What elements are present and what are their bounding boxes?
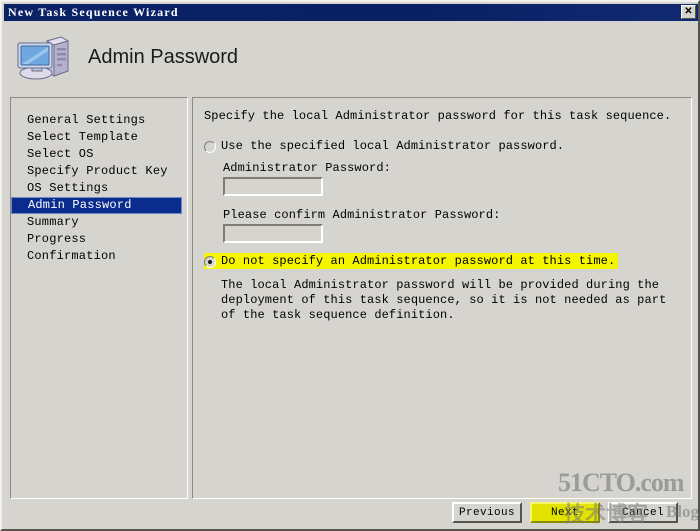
radio-do-not-specify-password-label: Do not specify an Administrator password… (221, 254, 616, 268)
content-panel: Specify the local Administrator password… (192, 97, 692, 499)
button-bar: Previous Next Cancel (4, 501, 698, 529)
title-bar-buttons: ✕ (681, 5, 696, 19)
wizard-steps-panel: General Settings Select Template Select … (10, 97, 188, 499)
sidebar-item-specify-product-key[interactable]: Specify Product Key (11, 163, 187, 180)
radio-checked-icon[interactable] (204, 256, 216, 268)
radio-use-specified-password[interactable]: Use the specified local Administrator pa… (204, 139, 564, 153)
computer-icon (17, 36, 70, 80)
page-title: Admin Password (88, 45, 239, 68)
sidebar-item-general-settings[interactable]: General Settings (11, 112, 187, 129)
administrator-password-label: Administrator Password: (223, 161, 391, 175)
window-title: New Task Sequence Wizard (8, 5, 179, 19)
sidebar-item-progress[interactable]: Progress (11, 231, 187, 248)
header-band: Admin Password (4, 21, 698, 93)
sidebar-item-select-template[interactable]: Select Template (11, 129, 187, 146)
sidebar-item-confirmation[interactable]: Confirmation (11, 248, 187, 265)
previous-button[interactable]: Previous (452, 502, 522, 523)
title-bar: New Task Sequence Wizard ✕ (4, 4, 698, 21)
confirm-password-label: Please confirm Administrator Password: (223, 208, 501, 222)
confirm-password-input[interactable] (223, 224, 323, 243)
close-icon[interactable]: ✕ (681, 5, 696, 19)
sidebar-item-select-os[interactable]: Select OS (11, 146, 187, 163)
cancel-button[interactable]: Cancel (608, 502, 678, 523)
wizard-window: New Task Sequence Wizard ✕ Admin Passwor… (0, 0, 700, 531)
next-button[interactable]: Next (530, 502, 600, 523)
radio-do-not-specify-password[interactable]: Do not specify an Administrator password… (204, 253, 619, 269)
intro-text: Specify the local Administrator password… (204, 109, 672, 123)
sidebar-item-summary[interactable]: Summary (11, 214, 187, 231)
radio-unchecked-icon[interactable] (204, 141, 216, 153)
sidebar-item-os-settings[interactable]: OS Settings (11, 180, 187, 197)
radio-use-specified-password-label: Use the specified local Administrator pa… (221, 139, 565, 153)
do-not-specify-description: The local Administrator password will be… (221, 278, 667, 322)
administrator-password-input[interactable] (223, 177, 323, 196)
sidebar-item-admin-password[interactable]: Admin Password (11, 197, 182, 214)
